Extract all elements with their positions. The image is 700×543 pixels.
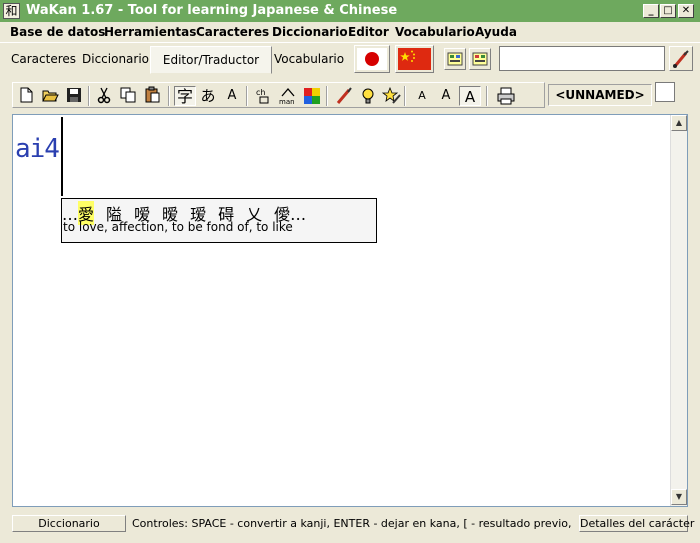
meaning-icon: man — [279, 88, 295, 106]
text-caret — [61, 117, 63, 196]
font-size-small-button[interactable]: A — [412, 86, 432, 106]
document-checkbox[interactable] — [655, 82, 675, 102]
reading-display-button[interactable]: ch — [254, 86, 274, 106]
open-document-button[interactable] — [40, 86, 60, 106]
candidate-meaning: to love, affection, to be fond of, to li… — [63, 220, 293, 234]
open-folder-icon — [42, 90, 59, 102]
window-title: WaKan 1.67 - Tool for learning Japanese … — [26, 3, 398, 18]
status-hint: Controles: SPACE - convertir a kanji, EN… — [132, 517, 576, 530]
romaji-input-mode-button[interactable]: A — [222, 86, 242, 106]
learn-button[interactable] — [381, 86, 402, 106]
minimize-button[interactable]: _ — [643, 4, 659, 18]
color-display-button[interactable] — [302, 86, 322, 106]
cut-button[interactable] — [94, 86, 114, 106]
copy-icon — [120, 87, 136, 103]
toolbar-separator — [404, 86, 406, 106]
save-disk-icon — [67, 88, 81, 102]
search-input[interactable] — [499, 46, 665, 71]
new-file-icon — [20, 87, 33, 103]
printer-icon — [497, 87, 515, 105]
toolbar-separator — [326, 86, 328, 106]
app-icon[interactable]: 和 — [3, 3, 20, 19]
meaning-display-button[interactable]: man — [278, 86, 298, 106]
write-button[interactable] — [334, 86, 354, 106]
copy-button[interactable] — [118, 86, 138, 106]
menu-vocabulario[interactable]: Vocabulario — [395, 25, 475, 39]
font-size-medium-button[interactable]: A — [436, 86, 456, 106]
toolbar-separator — [486, 86, 488, 106]
chinese-grid-icon — [472, 52, 488, 66]
menu-editor[interactable]: Editor — [348, 25, 389, 39]
tab-editor-traductor[interactable]: Editor/Traductor — [150, 46, 272, 74]
scroll-up-arrow-icon[interactable]: ▲ — [671, 115, 687, 131]
brush-icon — [673, 50, 689, 68]
menu-ayuda[interactable]: Ayuda — [475, 25, 517, 39]
candidate-list: …愛隘嗳暧瑷碍乂僾… — [62, 201, 376, 225]
scissors-icon — [97, 87, 111, 104]
tab-vocabulario[interactable]: Vocabulario — [274, 52, 344, 66]
chinese-mode-button[interactable] — [395, 45, 434, 73]
kana-input-mode-button[interactable]: あ — [198, 86, 218, 106]
toolbar-separator — [88, 86, 90, 106]
paste-button[interactable] — [142, 86, 162, 106]
menu-caracteres[interactable]: Caracteres — [196, 25, 269, 39]
scroll-down-arrow-icon[interactable]: ▼ — [671, 489, 687, 505]
kanji-input-mode-button[interactable]: 字 — [174, 86, 196, 106]
kanji-grid-icon — [447, 52, 463, 66]
svg-text:man: man — [279, 98, 295, 106]
save-document-button[interactable] — [64, 86, 84, 106]
document-name: <UNNAMED> — [548, 84, 652, 106]
china-flag-icon — [398, 48, 431, 70]
vertical-scrollbar[interactable]: ▲ ▼ — [670, 115, 687, 506]
font-size-large-button[interactable]: A — [459, 86, 481, 106]
maximize-button[interactable]: □ — [660, 4, 676, 18]
print-button[interactable] — [496, 86, 516, 106]
handwriting-button[interactable] — [669, 46, 693, 71]
text-editor[interactable] — [12, 114, 688, 507]
close-button[interactable]: ✕ — [678, 4, 694, 18]
candidate-popup[interactable]: …愛隘嗳暧瑷碍乂僾… to love, affection, to be fon… — [61, 198, 377, 243]
kanji-dict-button[interactable] — [444, 48, 466, 70]
tab-diccionario[interactable]: Diccionario — [82, 52, 149, 66]
chinese-dict-button[interactable] — [469, 48, 491, 70]
japanese-mode-button[interactable] — [354, 45, 390, 73]
toolbar-separator — [168, 86, 170, 106]
typed-text: ai4 — [15, 134, 60, 164]
new-document-button[interactable] — [16, 86, 36, 106]
toolbar-separator — [246, 86, 248, 106]
clipboard-icon — [145, 86, 160, 103]
menu-diccionario[interactable]: Diccionario — [272, 25, 348, 39]
menu-herramientas[interactable]: Herramientas — [104, 25, 196, 39]
lightbulb-icon — [362, 88, 374, 104]
hint-button[interactable] — [358, 86, 378, 106]
menu-base-de-datos[interactable]: Base de datos — [10, 25, 105, 39]
pen-icon — [336, 87, 352, 104]
dictionary-button[interactable]: Diccionario — [12, 515, 126, 532]
tab-caracteres[interactable]: Caracteres — [11, 52, 76, 66]
furigana-icon: ch — [256, 88, 269, 104]
svg-text:ch: ch — [256, 88, 265, 97]
star-pen-icon — [381, 86, 401, 104]
japan-flag-icon — [357, 48, 387, 70]
color-grid-icon — [304, 88, 320, 104]
character-details-button[interactable]: Detalles del carácter — [579, 515, 694, 532]
